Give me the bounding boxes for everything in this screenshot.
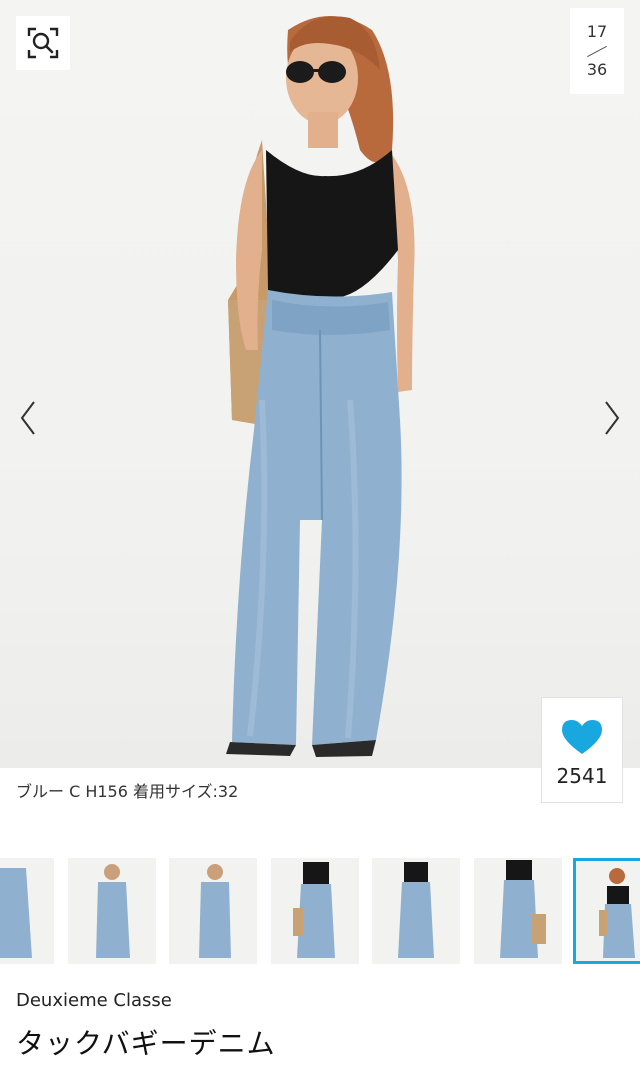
chevron-right-icon — [605, 401, 620, 435]
chevron-left-icon — [20, 401, 35, 435]
thumbnail[interactable] — [169, 858, 257, 964]
thumbnail[interactable] — [474, 858, 562, 964]
zoom-button[interactable] — [16, 16, 70, 70]
favorite-button[interactable]: 2541 — [542, 698, 622, 802]
thumbnail-active[interactable] — [573, 858, 640, 964]
product-name: タックバギーデニム — [16, 1027, 276, 1060]
heart-icon — [562, 720, 602, 754]
thumbnail-image — [599, 868, 635, 958]
thumbnail-image — [293, 862, 335, 958]
thumbnail-image — [398, 862, 434, 958]
counter-slash — [587, 45, 607, 58]
image-caption: ブルー C H156 着用サイズ:32 — [16, 782, 239, 801]
thumbnail-image — [199, 864, 231, 958]
total-image-number: 36 — [586, 60, 608, 79]
search-zoom-icon — [27, 27, 59, 59]
thumbnail-image — [0, 868, 32, 958]
thumbnail[interactable] — [372, 858, 460, 964]
thumbnail-image — [96, 864, 130, 958]
previous-image-button[interactable] — [16, 398, 40, 438]
thumbnail-image — [500, 860, 546, 958]
current-image-number: 17 — [586, 22, 608, 41]
favorite-count: 2541 — [556, 764, 608, 788]
thumbnail[interactable] — [0, 858, 54, 964]
next-image-button[interactable] — [600, 398, 624, 438]
thumbnail-strip[interactable] — [0, 858, 640, 968]
product-image-gallery[interactable]: 17 36 — [0, 0, 640, 768]
image-counter: 17 36 — [570, 8, 624, 94]
product-photo — [226, 16, 415, 757]
thumbnail[interactable] — [271, 858, 359, 964]
thumbnail[interactable] — [68, 858, 156, 964]
brand-name[interactable]: Deuxieme Classe — [16, 990, 172, 1011]
